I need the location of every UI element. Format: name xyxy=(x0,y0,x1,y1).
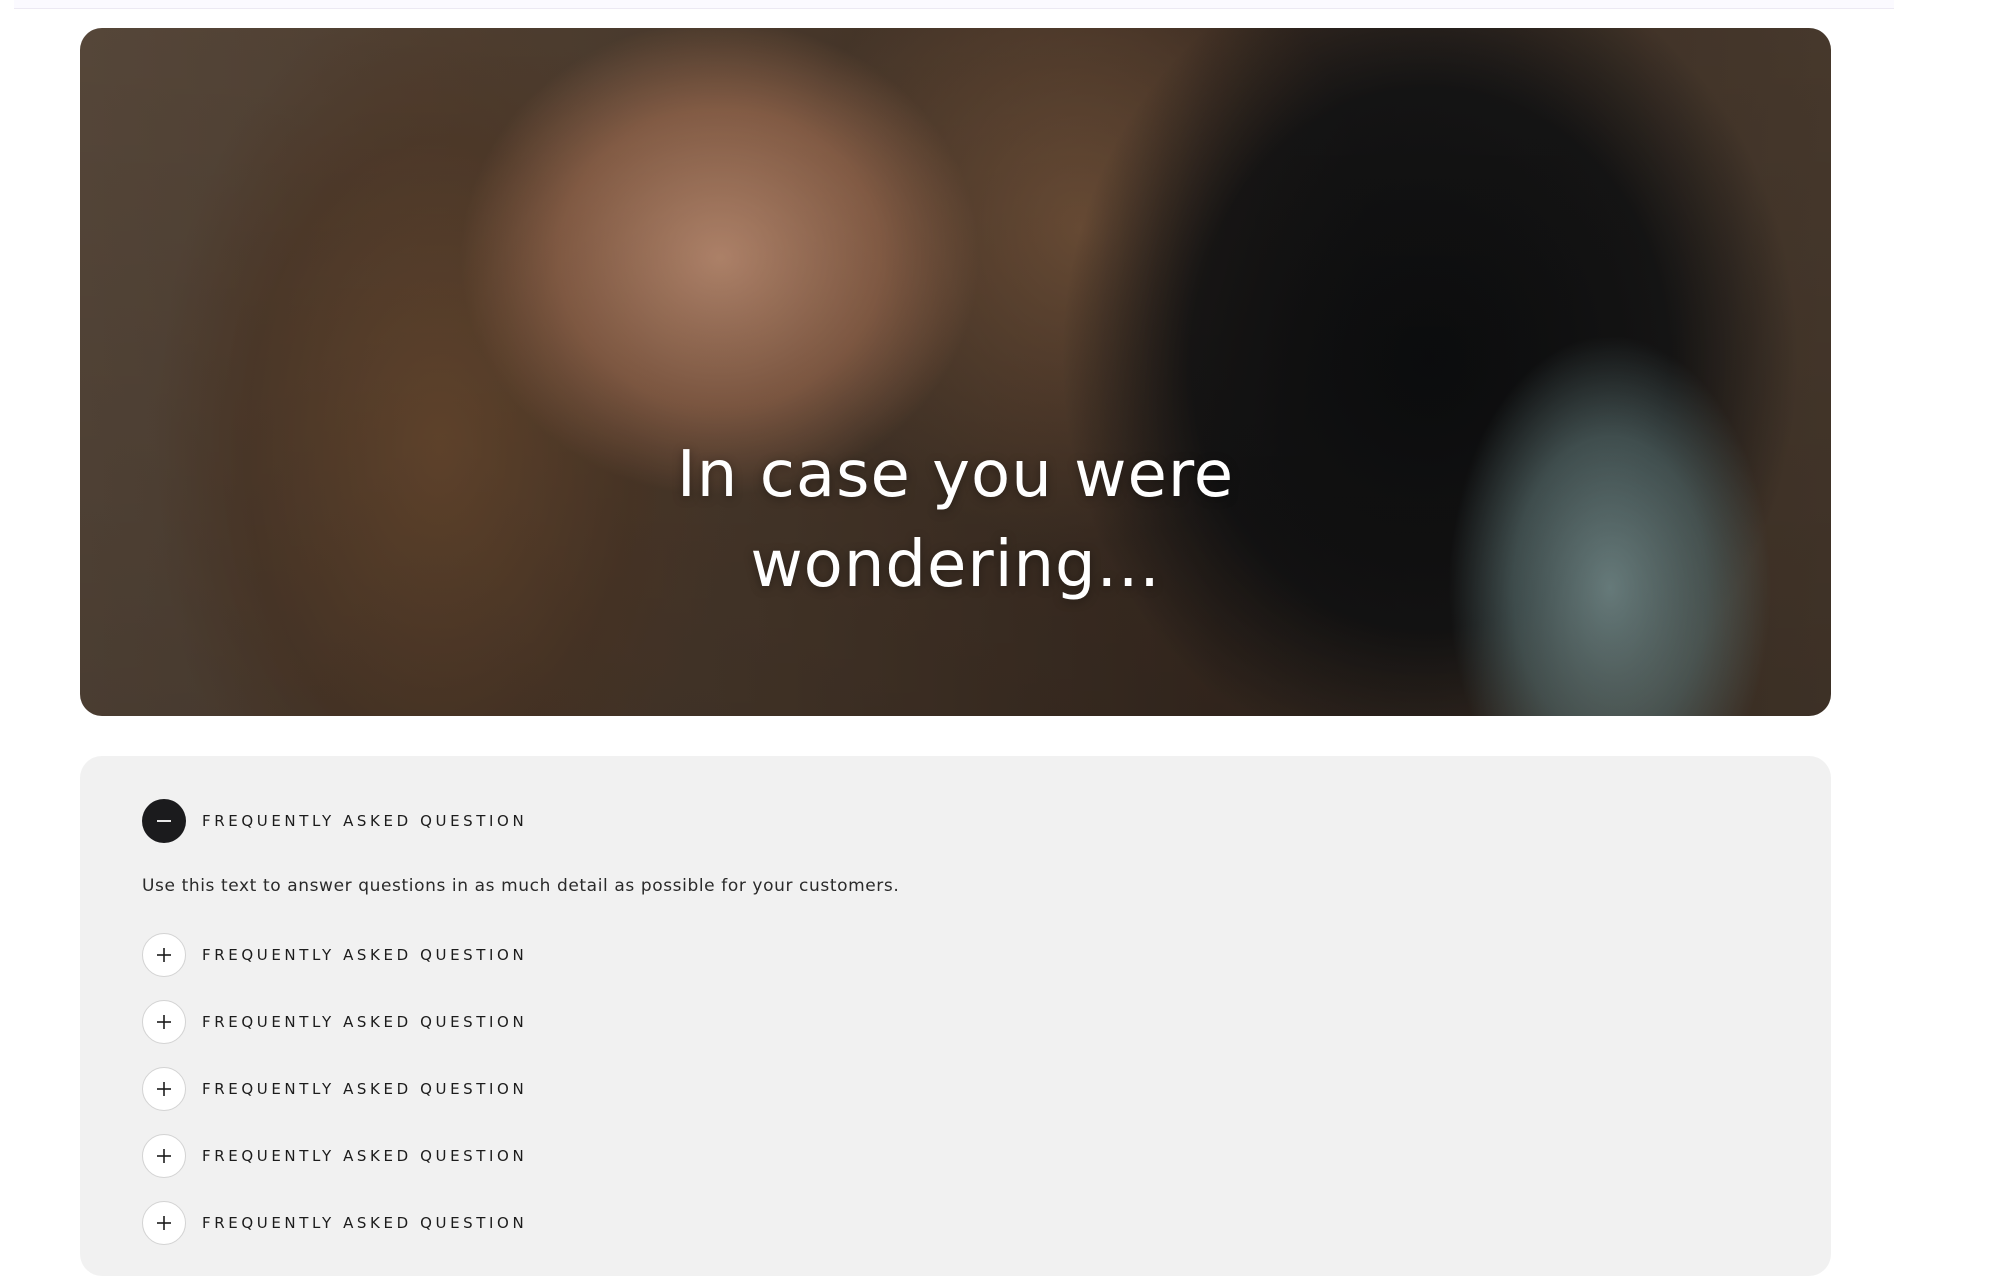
faq-item-4[interactable]: FREQUENTLY ASKED QUESTION xyxy=(142,1067,527,1111)
faq-question-4[interactable]: FREQUENTLY ASKED QUESTION xyxy=(202,1080,527,1098)
hero-image-overlay xyxy=(80,28,1831,716)
faq-item-3[interactable]: FREQUENTLY ASKED QUESTION xyxy=(142,1000,527,1044)
plus-icon[interactable] xyxy=(142,933,186,977)
plus-icon[interactable] xyxy=(142,1201,186,1245)
faq-question-1[interactable]: FREQUENTLY ASKED QUESTION xyxy=(202,812,527,830)
faq-question-5[interactable]: FREQUENTLY ASKED QUESTION xyxy=(202,1147,527,1165)
plus-icon[interactable] xyxy=(142,1000,186,1044)
faq-question-2[interactable]: FREQUENTLY ASKED QUESTION xyxy=(202,946,527,964)
hero-title: In case you were wondering... xyxy=(80,430,1831,610)
faq-question-6[interactable]: FREQUENTLY ASKED QUESTION xyxy=(202,1214,527,1232)
plus-icon[interactable] xyxy=(142,1067,186,1111)
faq-item-5[interactable]: FREQUENTLY ASKED QUESTION xyxy=(142,1134,527,1178)
hero-title-line-2: wondering... xyxy=(750,528,1161,602)
faq-item-1[interactable]: FREQUENTLY ASKED QUESTION xyxy=(142,799,527,843)
hero-title-line-1: In case you were xyxy=(676,438,1235,512)
header-divider xyxy=(14,0,1894,9)
hero-banner: In case you were wondering... xyxy=(80,28,1831,716)
plus-icon[interactable] xyxy=(142,1134,186,1178)
faq-answer-1: Use this text to answer questions in as … xyxy=(142,876,900,896)
minus-icon[interactable] xyxy=(142,799,186,843)
faq-item-2[interactable]: FREQUENTLY ASKED QUESTION xyxy=(142,933,527,977)
faq-item-6[interactable]: FREQUENTLY ASKED QUESTION xyxy=(142,1201,527,1245)
faq-question-3[interactable]: FREQUENTLY ASKED QUESTION xyxy=(202,1013,527,1031)
faq-accordion: FREQUENTLY ASKED QUESTION Use this text … xyxy=(80,756,1831,1276)
